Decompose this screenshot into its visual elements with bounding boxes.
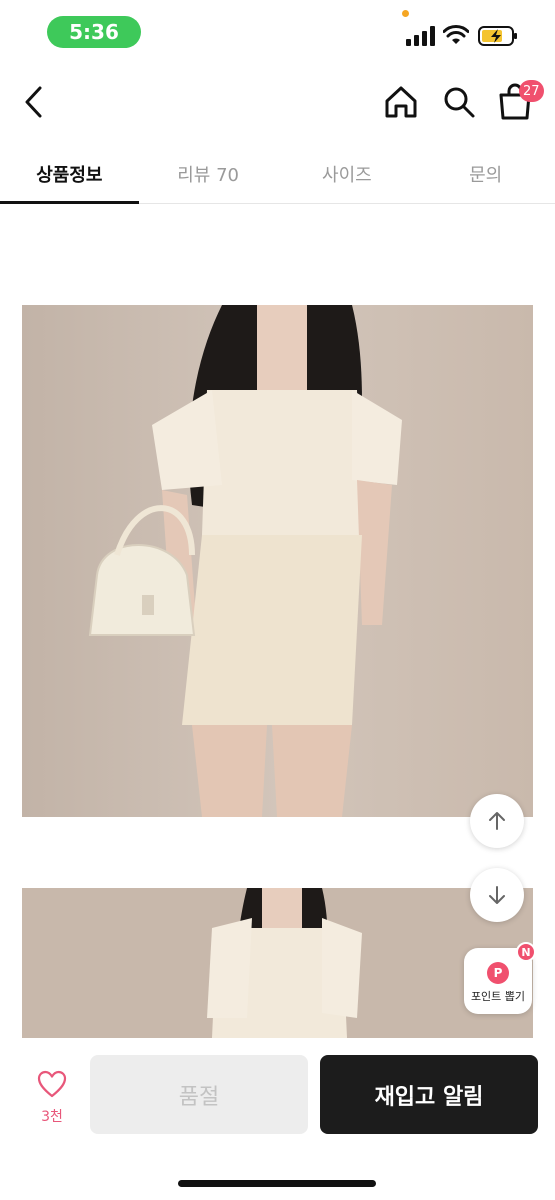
heart-icon xyxy=(37,1070,67,1098)
new-badge: N xyxy=(516,942,536,962)
top-nav: 27 xyxy=(0,64,555,144)
battery-charging-icon xyxy=(478,26,517,46)
cellular-signal-icon xyxy=(406,26,435,46)
like-button[interactable]: 3천 xyxy=(28,1070,76,1126)
status-bar: 5:36 xyxy=(0,0,555,64)
product-image-2 xyxy=(22,888,533,1038)
like-count: 3천 xyxy=(41,1109,63,1125)
wifi-icon xyxy=(443,25,469,44)
home-indicator xyxy=(178,1180,376,1187)
cart-count-badge: 27 xyxy=(519,80,544,102)
tab-product-info[interactable]: 상품정보 xyxy=(0,144,139,204)
back-icon[interactable] xyxy=(20,82,48,122)
point-icon: P xyxy=(487,962,509,984)
point-draw-button[interactable]: P N 포인트 뽑기 xyxy=(464,942,536,1014)
status-time: 5:36 xyxy=(47,16,141,48)
arrow-down-icon xyxy=(489,886,505,904)
search-icon[interactable] xyxy=(440,82,478,122)
home-icon[interactable] xyxy=(382,82,420,122)
tab-inquiry[interactable]: 문의 xyxy=(416,144,555,203)
product-tabs: 상품정보 리뷰 70 사이즈 문의 xyxy=(0,144,555,204)
restock-alert-button[interactable]: 재입고 알림 xyxy=(320,1055,538,1134)
scroll-down-button[interactable] xyxy=(470,868,524,922)
product-image-1 xyxy=(22,305,533,817)
scroll-up-button[interactable] xyxy=(470,794,524,848)
arrow-up-icon xyxy=(489,812,505,830)
tab-reviews[interactable]: 리뷰 70 xyxy=(139,144,278,203)
bottom-action-bar: 3천 품절 재입고 알림 xyxy=(0,1040,555,1200)
privacy-indicator-dot xyxy=(402,10,409,17)
point-draw-label: 포인트 뽑기 xyxy=(470,990,526,1003)
soldout-button[interactable]: 품절 xyxy=(90,1055,308,1134)
tab-size[interactable]: 사이즈 xyxy=(278,144,417,203)
